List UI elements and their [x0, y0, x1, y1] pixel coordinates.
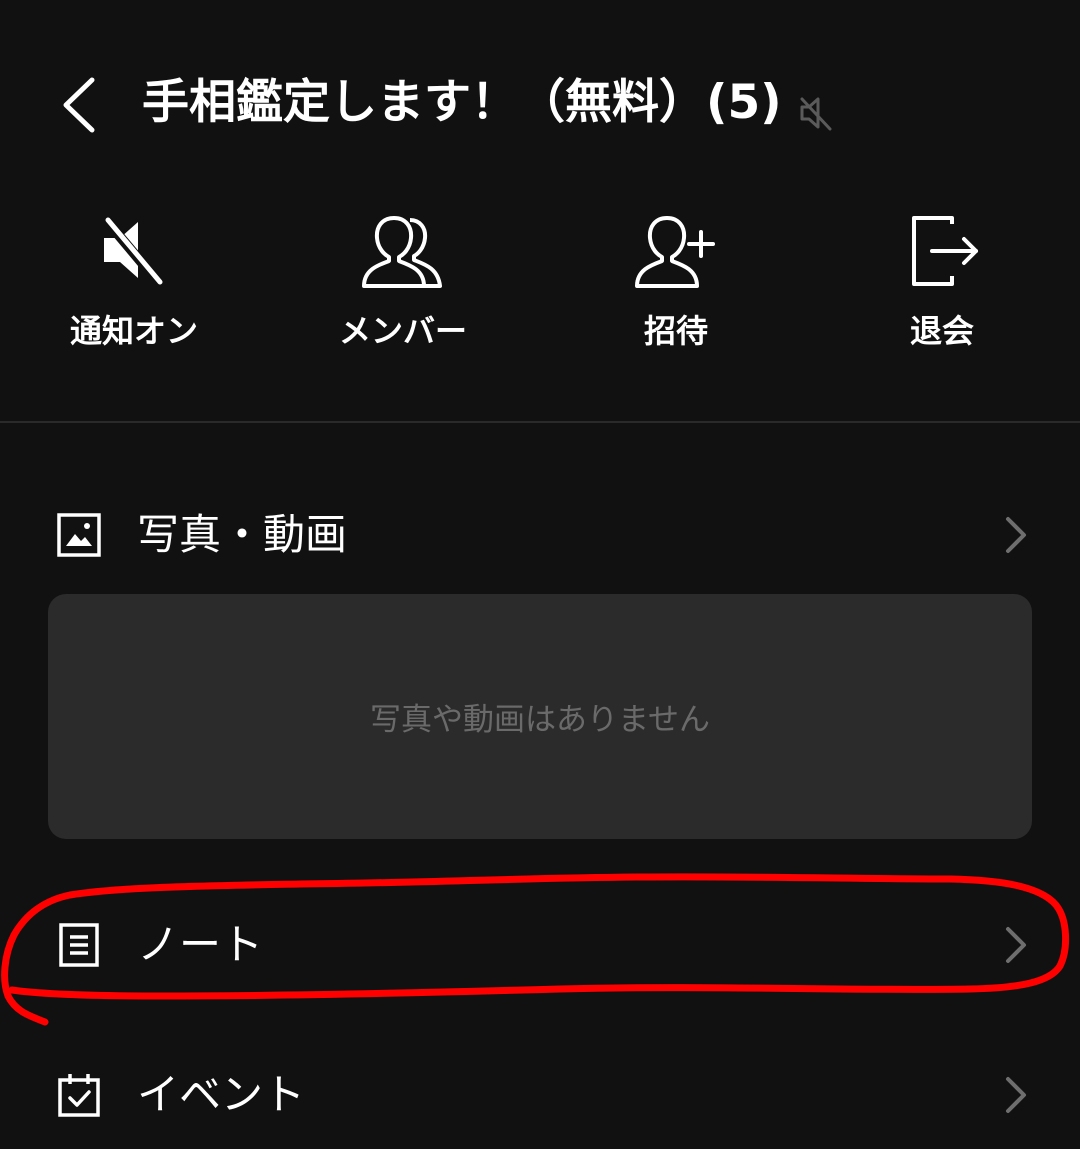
members-label: メンバー: [338, 312, 467, 350]
chevron-right-icon: [996, 1075, 1036, 1115]
photos-videos-row[interactable]: 写真・動画: [0, 490, 1080, 580]
invite-label: 招待: [643, 312, 708, 350]
group-title: 手相鑑定します！（無料） (5): [142, 68, 836, 138]
notification-label: 通知オン: [69, 312, 198, 350]
events-row[interactable]: イベント: [0, 1050, 1080, 1140]
image-icon: [56, 512, 102, 558]
chevron-left-icon: [63, 77, 95, 133]
divider: [0, 421, 1080, 423]
notes-row[interactable]: ノート: [0, 900, 1080, 990]
photos-videos-label: 写真・動画: [137, 510, 348, 559]
back-button[interactable]: [52, 68, 112, 138]
empty-media-message: 写真や動画はありません: [369, 702, 711, 738]
members-icon: [358, 205, 448, 295]
exit-icon: [897, 205, 987, 295]
notes-label: ノート: [137, 920, 264, 969]
members-button[interactable]: メンバー: [283, 205, 523, 355]
muted-speaker-icon: [796, 83, 836, 131]
invite-button[interactable]: 招待: [556, 205, 796, 355]
leave-button[interactable]: 退会: [822, 205, 1062, 355]
action-bar: 通知オン メンバー 招待 退会: [0, 205, 1080, 365]
member-count: (5): [706, 75, 782, 130]
events-label: イベント: [137, 1070, 306, 1119]
chevron-right-icon: [996, 925, 1036, 965]
media-empty-panel: 写真や動画はありません: [48, 594, 1032, 839]
chevron-right-icon: [996, 515, 1036, 555]
group-name: 手相鑑定します！（無料）: [142, 75, 706, 130]
speaker-muted-icon: [89, 205, 179, 295]
add-user-icon: [631, 205, 721, 295]
calendar-check-icon: [56, 1072, 102, 1118]
leave-label: 退会: [909, 312, 974, 350]
note-icon: [56, 922, 102, 968]
notification-toggle-button[interactable]: 通知オン: [14, 205, 254, 355]
chat-header: 手相鑑定します！（無料） (5): [0, 0, 1080, 200]
